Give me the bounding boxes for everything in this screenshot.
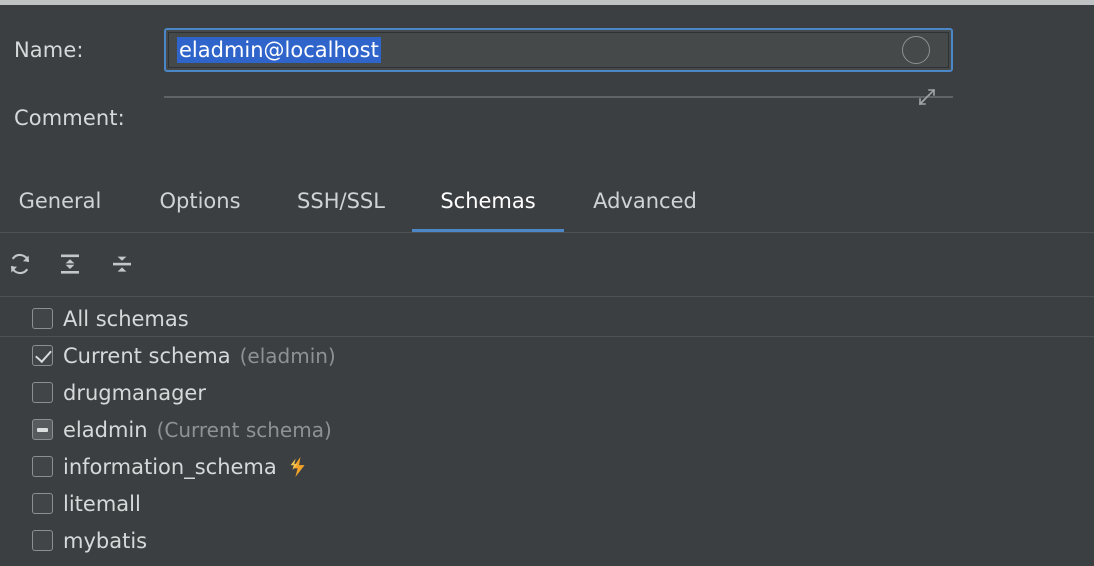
schema-checkbox[interactable] xyxy=(32,493,53,514)
tab-ssh-ssl[interactable]: SSH/SSL xyxy=(278,176,404,233)
name-field-row: Name: eladmin@localhost xyxy=(0,28,1094,72)
tab-advanced[interactable]: Advanced xyxy=(573,176,717,233)
comment-input[interactable] xyxy=(164,88,953,106)
tab-options-label: Options xyxy=(159,189,241,213)
schema-row-litemall[interactable]: litemall xyxy=(0,485,1094,522)
schema-checkbox[interactable] xyxy=(32,419,53,440)
tab-schemas-label: Schemas xyxy=(440,189,536,213)
schema-checkbox[interactable] xyxy=(32,308,53,329)
schema-checkbox[interactable] xyxy=(32,530,53,551)
collapse-all-button[interactable] xyxy=(104,248,140,284)
name-input[interactable]: eladmin@localhost xyxy=(164,28,953,72)
expand-icon[interactable] xyxy=(916,86,938,108)
schema-row-label: Current schema xyxy=(63,343,231,368)
schema-row-all-schemas[interactable]: All schemas xyxy=(0,300,1094,337)
color-circle-icon[interactable] xyxy=(902,36,930,64)
schema-checkbox[interactable] xyxy=(32,382,53,403)
schema-row-eladmin[interactable]: eladmin (Current schema) xyxy=(0,411,1094,448)
comment-field-row: Comment: xyxy=(0,88,1094,140)
schema-list[interactable]: All schemas Current schema (eladmin) drugma… xyxy=(0,297,1094,566)
schema-row-label: drugmanager xyxy=(63,380,206,405)
name-label: Name: xyxy=(14,38,84,62)
schemas-toolbar xyxy=(0,240,1094,528)
comment-label: Comment: xyxy=(14,106,125,130)
schema-row-note: (Current schema) xyxy=(156,417,332,442)
tab-ssh-ssl-label: SSH/SSL xyxy=(297,189,385,213)
refresh-button[interactable] xyxy=(2,248,38,284)
tab-advanced-label: Advanced xyxy=(593,189,697,213)
schema-row-label: litemall xyxy=(63,491,141,516)
expand-all-icon xyxy=(57,251,83,281)
tab-bar-underline xyxy=(0,232,1094,233)
schema-row-label: eladmin xyxy=(63,417,148,442)
schema-row-note: (eladmin) xyxy=(239,343,336,368)
schema-row-label: information_schema xyxy=(63,454,277,479)
window-top-strip xyxy=(0,0,1094,5)
refresh-icon xyxy=(7,251,33,281)
schema-row-label: All schemas xyxy=(63,306,189,331)
lightning-bolt-icon xyxy=(287,455,311,479)
schema-row-drugmanager[interactable]: drugmanager xyxy=(0,374,1094,411)
collapse-all-icon xyxy=(109,251,135,281)
schema-row-mybatis[interactable]: mybatis xyxy=(0,522,1094,559)
schema-row-current-schema[interactable]: Current schema (eladmin) xyxy=(0,337,1094,374)
name-field-wrap: eladmin@localhost xyxy=(164,28,953,72)
expand-all-button[interactable] xyxy=(52,248,88,284)
tab-schemas[interactable]: Schemas xyxy=(412,176,564,233)
tab-options[interactable]: Options xyxy=(142,176,258,233)
name-input-value: eladmin@localhost xyxy=(177,37,381,63)
tab-general-label: General xyxy=(18,189,102,213)
tab-bar: General Options SSH/SSL Schemas Advanced xyxy=(0,176,1094,233)
schema-row-label: mybatis xyxy=(63,528,148,553)
comment-field-wrap xyxy=(164,88,953,140)
schema-row-information-schema[interactable]: information_schema xyxy=(0,448,1094,485)
schema-checkbox[interactable] xyxy=(32,345,53,366)
schema-checkbox[interactable] xyxy=(32,456,53,477)
tab-general[interactable]: General xyxy=(8,176,112,233)
